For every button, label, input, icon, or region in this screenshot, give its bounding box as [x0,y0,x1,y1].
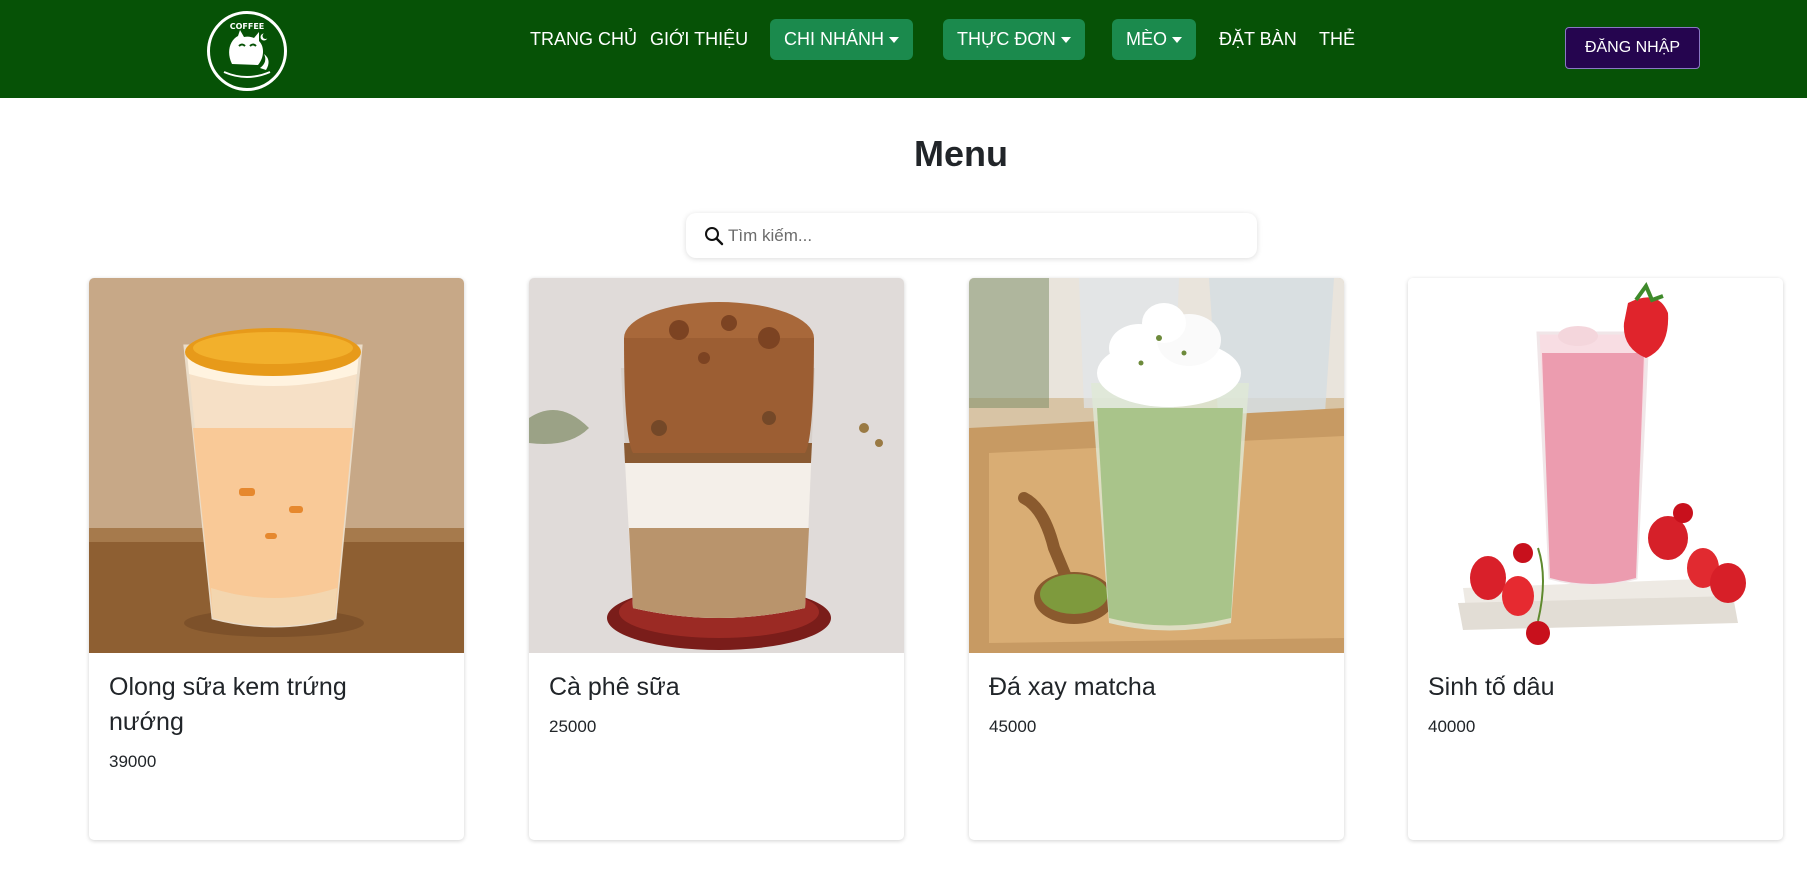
svg-text:COFFEE: COFFEE [230,22,265,31]
product-name: Sinh tố dâu [1428,673,1555,701]
search-bar [686,213,1257,258]
nav-trang-chu[interactable]: TRANG CHỦ [530,28,637,50]
product-image-ca-phe-sua[interactable] [529,278,904,653]
nav-thuc-don-label: THỰC ĐƠN [957,29,1056,49]
caret-down-icon [1172,36,1183,43]
nav-chi-nhanh-dropdown[interactable]: CHI NHÁNH [770,19,914,60]
product-name: Olong sữa kem trứng nướng [109,673,347,736]
login-button[interactable]: ĐĂNG NHẬP [1565,27,1700,69]
caret-down-icon [889,36,900,43]
top-navbar: COFFEE TRANG CHỦ GIỚI THIỆU CHI NHÁNH TH… [0,0,1807,98]
product-price: 39000 [109,752,157,771]
product-price: 40000 [1428,717,1476,736]
product-name: Đá xay matcha [989,673,1156,701]
product-card[interactable]: Đá xay matcha 45000 [969,278,1344,840]
product-image-sinh-to-dau[interactable] [1408,278,1783,653]
search-icon [705,226,724,245]
product-price: 25000 [549,717,597,736]
nav-thuc-don-dropdown[interactable]: THỰC ĐƠN [943,19,1085,60]
page-title: Menu [914,133,1008,174]
product-name: Cà phê sữa [549,673,680,701]
caret-down-icon [1060,36,1071,43]
nav-meo-label: MÈO [1126,29,1168,49]
search-input[interactable] [728,225,1228,246]
nav-the[interactable]: THẺ [1319,28,1355,50]
nav-gioi-thieu[interactable]: GIỚI THIỆU [650,28,748,50]
nav-chi-nhanh-label: CHI NHÁNH [784,29,885,49]
product-card[interactable]: Sinh tố dâu 40000 [1408,278,1783,840]
product-card[interactable]: Olong sữa kem trứng nướng 39000 [89,278,464,840]
product-card[interactable]: Cà phê sữa 25000 [529,278,904,840]
coffee-cat-logo-icon[interactable]: COFFEE [207,11,287,91]
product-image-da-xay-matcha[interactable] [969,278,1344,653]
page-title-container: Menu [0,133,1807,175]
nav-meo-dropdown[interactable]: MÈO [1112,19,1197,60]
product-image-olong[interactable] [89,278,464,653]
product-price: 45000 [989,717,1037,736]
nav-dat-ban[interactable]: ĐẶT BÀN [1219,28,1297,50]
